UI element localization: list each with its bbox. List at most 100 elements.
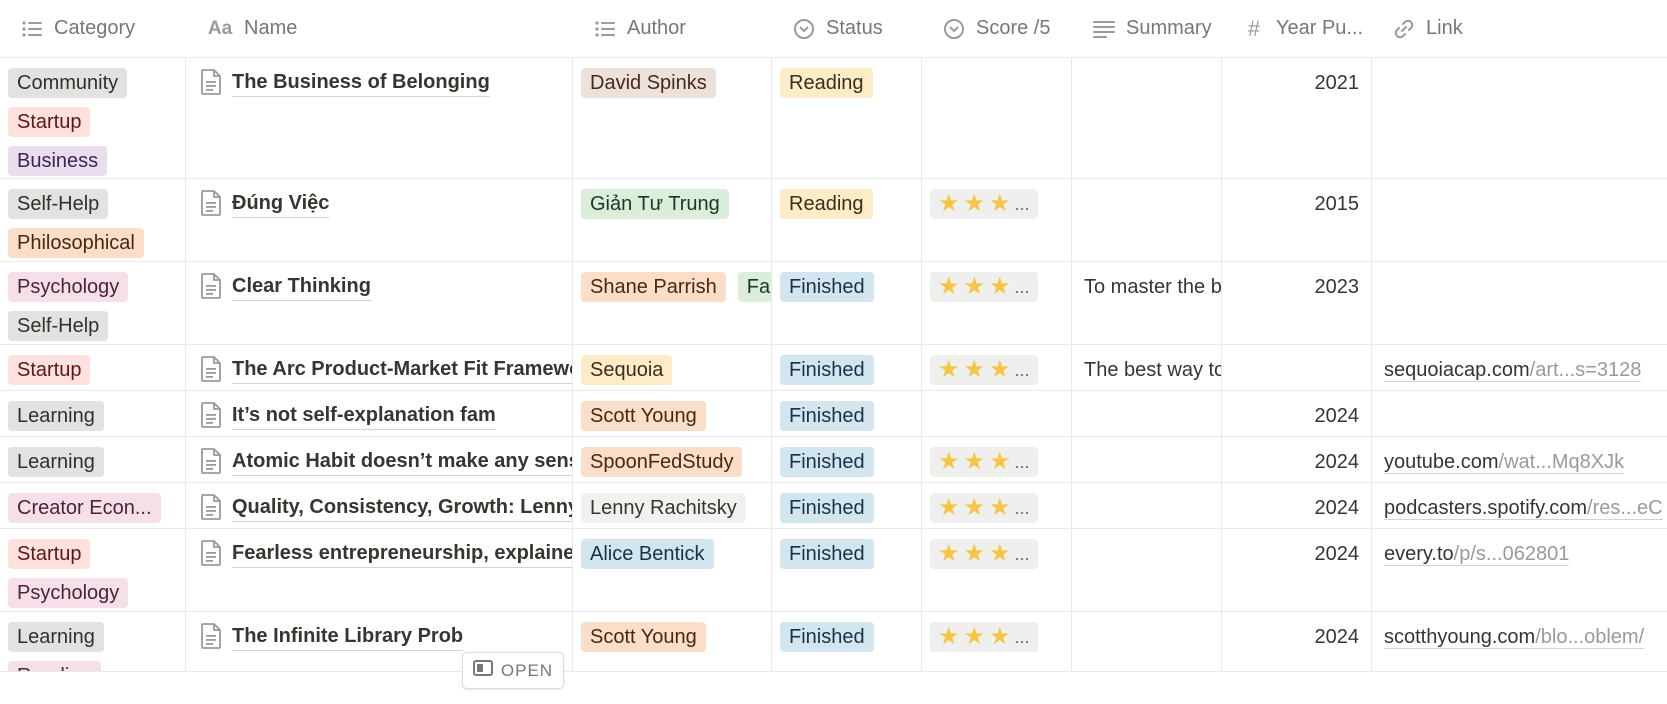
page-title[interactable]: Fearless entrepreneurship, explained: [232, 539, 572, 568]
author-cell[interactable]: Sequoia: [573, 345, 772, 390]
open-button[interactable]: OPEN: [462, 652, 564, 689]
table-row[interactable]: Learning Reading The Infinite Library Prob…: [0, 612, 1667, 672]
year-cell[interactable]: [1222, 345, 1372, 390]
category-cell[interactable]: Community Startup Business: [0, 58, 186, 178]
link-cell[interactable]: [1372, 179, 1667, 261]
author-cell[interactable]: David Spinks: [573, 58, 772, 178]
status-cell[interactable]: Finished: [772, 391, 922, 436]
year-cell[interactable]: 2024: [1222, 437, 1372, 482]
author-cell[interactable]: Scott Young: [573, 391, 772, 436]
name-cell[interactable]: It’s not self-explanation fam: [186, 391, 573, 436]
summary-cell[interactable]: [1072, 483, 1222, 528]
link-cell[interactable]: podcasters.spotify.com/res...eC: [1372, 483, 1667, 528]
column-header-link[interactable]: Link: [1372, 0, 1667, 57]
score-cell[interactable]: ★ ★ ★...: [922, 179, 1072, 261]
table-row[interactable]: Startup The Arc Product-Market Fit Framew…: [0, 345, 1667, 391]
column-header-author[interactable]: Author: [573, 0, 772, 57]
page-title[interactable]: The Business of Belonging: [232, 68, 490, 97]
link-cell[interactable]: youtube.com/wat...Mq8XJk: [1372, 437, 1667, 482]
category-cell[interactable]: Startup: [0, 345, 186, 390]
link-cell[interactable]: [1372, 58, 1667, 178]
link-cell[interactable]: scotthyoung.com/blo...oblem/: [1372, 612, 1667, 671]
page-title[interactable]: Quality, Consistency, Growth: Lenny: [232, 493, 572, 522]
table-row[interactable]: Self-Help Philosophical Đúng Việc Giản Tư T…: [0, 179, 1667, 262]
link-cell[interactable]: [1372, 262, 1667, 344]
page-title[interactable]: Clear Thinking: [232, 272, 371, 301]
page-title[interactable]: Atomic Habit doesn’t make any sens: [232, 447, 572, 476]
summary-cell[interactable]: [1072, 529, 1222, 611]
year-cell[interactable]: 2021: [1222, 58, 1372, 178]
column-header-status[interactable]: Status: [772, 0, 922, 57]
score-cell[interactable]: [922, 391, 1072, 436]
category-cell[interactable]: Psychology Self-Help: [0, 262, 186, 344]
summary-cell[interactable]: [1072, 612, 1222, 671]
name-cell[interactable]: The Arc Product-Market Fit Framewo: [186, 345, 573, 390]
name-cell[interactable]: Quality, Consistency, Growth: Lenny: [186, 483, 573, 528]
author-cell[interactable]: Scott Young: [573, 612, 772, 671]
author-cell[interactable]: SpoonFedStudy: [573, 437, 772, 482]
category-cell[interactable]: Creator Econ...: [0, 483, 186, 528]
year-cell[interactable]: 2023: [1222, 262, 1372, 344]
status-cell[interactable]: Reading: [772, 58, 922, 178]
score-cell[interactable]: ★ ★ ★...: [922, 262, 1072, 344]
page-title[interactable]: Đúng Việc: [232, 189, 330, 218]
link-cell[interactable]: sequoiacap.com/art...s=3128: [1372, 345, 1667, 390]
author-cell[interactable]: Shane Parrish Fa: [573, 262, 772, 344]
column-header-name[interactable]: Aa Name: [186, 0, 573, 57]
year-cell[interactable]: 2015: [1222, 179, 1372, 261]
category-cell[interactable]: Learning Reading: [0, 612, 186, 671]
table-row[interactable]: Startup Psychology Fearless entrepreneursh…: [0, 529, 1667, 612]
url-link[interactable]: every.to/p/s...062801: [1384, 543, 1570, 566]
column-header-summary[interactable]: Summary: [1072, 0, 1222, 57]
link-cell[interactable]: [1372, 391, 1667, 436]
score-cell[interactable]: ★ ★ ★...: [922, 529, 1072, 611]
category-cell[interactable]: Learning: [0, 391, 186, 436]
table-row[interactable]: Creator Econ... Quality, Consistency, Gro…: [0, 483, 1667, 529]
category-cell[interactable]: Startup Psychology: [0, 529, 186, 611]
name-cell[interactable]: Fearless entrepreneurship, explained: [186, 529, 573, 611]
year-cell[interactable]: 2024: [1222, 612, 1372, 671]
table-row[interactable]: Psychology Self-Help Clear Thinking Shane P…: [0, 262, 1667, 345]
url-link[interactable]: youtube.com/wat...Mq8XJk: [1384, 451, 1625, 474]
status-cell[interactable]: Finished: [772, 612, 922, 671]
page-title[interactable]: The Arc Product-Market Fit Framewo: [232, 355, 572, 384]
page-title[interactable]: The Infinite Library Prob: [232, 622, 464, 651]
status-cell[interactable]: Finished: [772, 529, 922, 611]
status-cell[interactable]: Finished: [772, 345, 922, 390]
status-cell[interactable]: Finished: [772, 483, 922, 528]
author-cell[interactable]: Lenny Rachitsky: [573, 483, 772, 528]
score-cell[interactable]: ★ ★ ★...: [922, 345, 1072, 390]
summary-cell[interactable]: [1072, 391, 1222, 436]
summary-cell[interactable]: [1072, 179, 1222, 261]
name-cell[interactable]: The Business of Belonging: [186, 58, 573, 178]
url-link[interactable]: scotthyoung.com/blo...oblem/: [1384, 626, 1645, 649]
link-cell[interactable]: every.to/p/s...062801: [1372, 529, 1667, 611]
url-link[interactable]: podcasters.spotify.com/res...eC: [1384, 497, 1663, 520]
score-cell[interactable]: ★ ★ ★...: [922, 483, 1072, 528]
name-cell[interactable]: Clear Thinking: [186, 262, 573, 344]
score-cell[interactable]: ★ ★ ★...: [922, 612, 1072, 671]
category-cell[interactable]: Learning: [0, 437, 186, 482]
page-title[interactable]: It’s not self-explanation fam: [232, 401, 496, 430]
url-link[interactable]: sequoiacap.com/art...s=3128: [1384, 359, 1642, 382]
column-header-category[interactable]: Category: [0, 0, 186, 57]
table-row[interactable]: Learning Atomic Habit doesn’t make any se…: [0, 437, 1667, 483]
summary-cell[interactable]: The best way to: [1072, 345, 1222, 390]
name-cell[interactable]: Atomic Habit doesn’t make any sens: [186, 437, 573, 482]
status-cell[interactable]: Finished: [772, 437, 922, 482]
name-cell[interactable]: Đúng Việc: [186, 179, 573, 261]
status-cell[interactable]: Finished: [772, 262, 922, 344]
table-row[interactable]: Learning It’s not self-explanation fam Sco…: [0, 391, 1667, 437]
table-row[interactable]: Community Startup Business The Business of …: [0, 58, 1667, 179]
score-cell[interactable]: ★ ★ ★...: [922, 437, 1072, 482]
column-header-score[interactable]: Score /5: [922, 0, 1072, 57]
summary-cell[interactable]: [1072, 437, 1222, 482]
status-cell[interactable]: Reading: [772, 179, 922, 261]
author-cell[interactable]: Alice Bentick: [573, 529, 772, 611]
category-cell[interactable]: Self-Help Philosophical: [0, 179, 186, 261]
score-cell[interactable]: [922, 58, 1072, 178]
year-cell[interactable]: 2024: [1222, 391, 1372, 436]
summary-cell[interactable]: To master the b: [1072, 262, 1222, 344]
summary-cell[interactable]: [1072, 58, 1222, 178]
year-cell[interactable]: 2024: [1222, 483, 1372, 528]
